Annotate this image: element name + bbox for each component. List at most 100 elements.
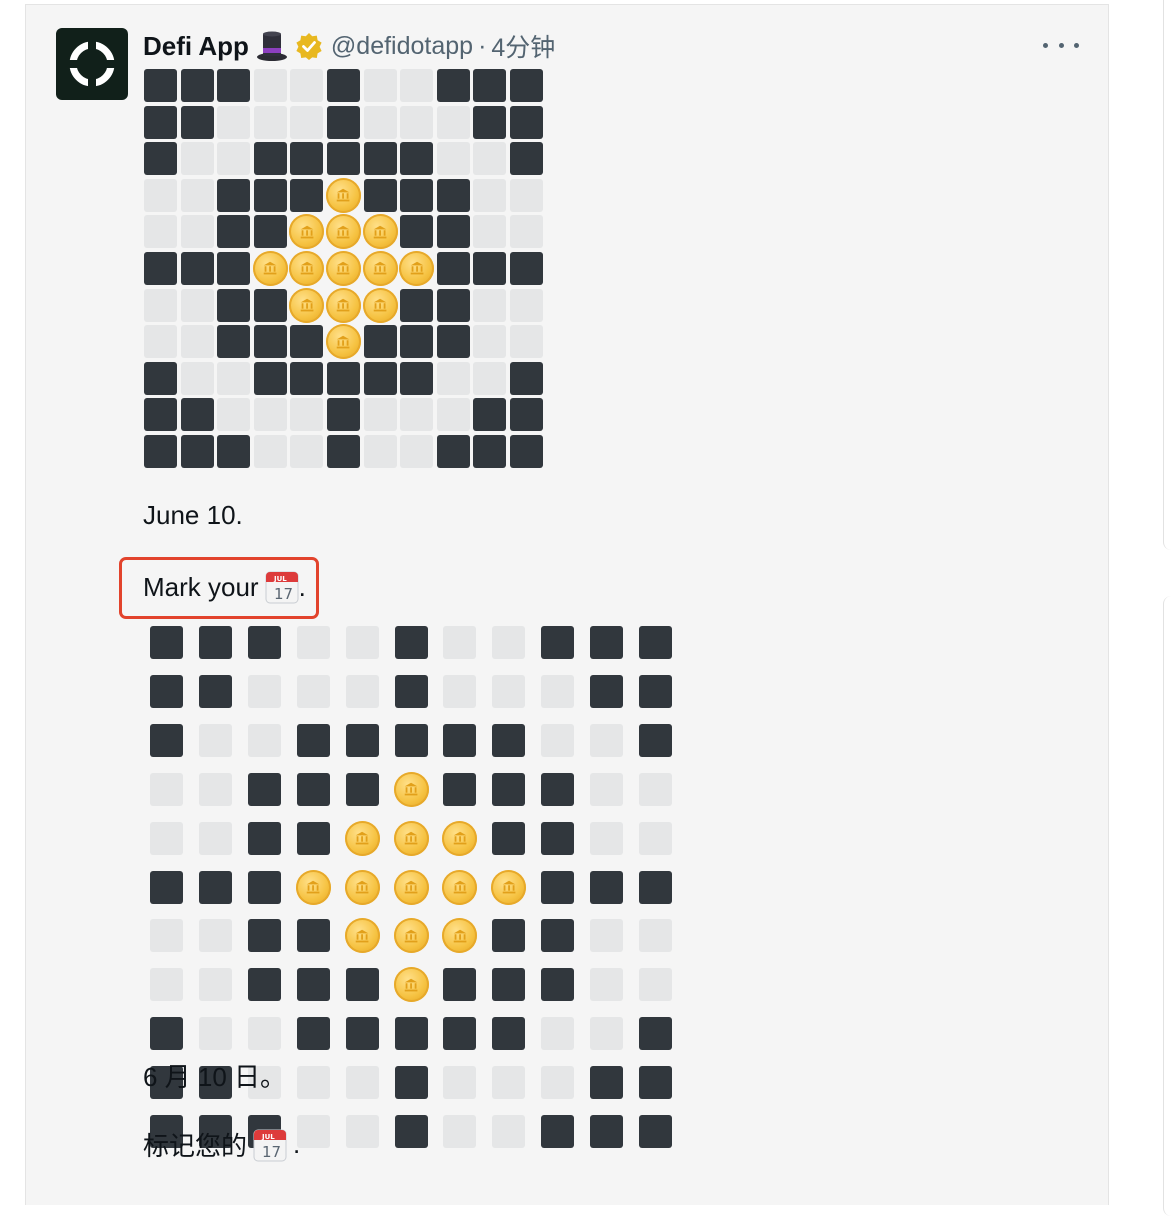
- adjacent-panel-edge: [1163, 596, 1175, 1216]
- dark-square-tile: [590, 1066, 624, 1100]
- light-square-tile: [345, 626, 379, 659]
- defi-app-logo-icon: [66, 38, 118, 90]
- dark-square-tile: [247, 626, 281, 659]
- dark-square-tile: [394, 1115, 428, 1148]
- light-square-tile: [363, 398, 397, 432]
- post-text-date: June 10.: [143, 500, 243, 530]
- coin-emoji-icon: [393, 967, 429, 1003]
- coin-emoji-icon: [393, 869, 429, 905]
- dark-square-tile: [296, 1017, 330, 1051]
- separator-dot: ·: [478, 31, 487, 60]
- dark-square-tile: [144, 435, 177, 468]
- light-square-tile: [541, 1017, 575, 1051]
- emoji-grid-english: [144, 69, 543, 468]
- dark-square-tile: [180, 69, 214, 102]
- dark-square-tile: [327, 69, 360, 102]
- coin-emoji-icon: [362, 214, 398, 250]
- light-square-tile: [180, 178, 214, 212]
- light-square-tile: [443, 1066, 477, 1100]
- dark-square-tile: [436, 325, 470, 359]
- dark-square-tile: [590, 626, 624, 659]
- display-name[interactable]: Defi App: [143, 31, 249, 62]
- light-square-tile: [400, 105, 434, 139]
- light-square-tile: [198, 723, 232, 757]
- user-handle[interactable]: @defidotapp: [331, 32, 473, 61]
- light-square-tile: [510, 325, 543, 359]
- coin-emoji-icon: [362, 287, 398, 323]
- dark-square-tile: [253, 142, 287, 176]
- light-square-tile: [590, 723, 624, 757]
- dark-square-tile: [473, 252, 507, 285]
- light-square-tile: [180, 215, 214, 249]
- light-square-tile: [492, 626, 526, 659]
- light-square-tile: [247, 723, 281, 757]
- coin-emoji-icon: [326, 251, 361, 286]
- dark-square-tile: [150, 1017, 183, 1051]
- light-square-tile: [400, 435, 434, 468]
- more-options-icon: [1043, 42, 1048, 48]
- light-square-tile: [541, 1066, 575, 1100]
- dark-square-tile: [492, 919, 526, 953]
- light-square-tile: [436, 398, 470, 432]
- dark-square-tile: [144, 105, 177, 139]
- light-square-tile: [436, 361, 470, 395]
- light-square-tile: [144, 288, 177, 322]
- light-square-tile: [290, 105, 324, 139]
- light-square-tile: [363, 435, 397, 468]
- dark-square-tile: [198, 626, 232, 659]
- light-square-tile: [180, 288, 214, 322]
- calendar-day: 17: [262, 1143, 281, 1161]
- dark-square-tile: [510, 435, 543, 468]
- dark-square-tile: [253, 178, 287, 212]
- dark-square-tile: [150, 674, 183, 708]
- dark-square-tile: [639, 723, 672, 757]
- dark-square-tile: [150, 870, 183, 904]
- coin-emoji-icon: [289, 287, 325, 323]
- dark-square-tile: [363, 325, 397, 359]
- dark-square-tile: [296, 772, 330, 806]
- light-square-tile: [150, 772, 183, 806]
- dark-square-tile: [345, 772, 379, 806]
- dark-square-tile: [510, 398, 543, 432]
- light-square-tile: [436, 142, 470, 176]
- dark-square-tile: [510, 105, 543, 139]
- dark-square-tile: [363, 361, 397, 395]
- light-square-tile: [296, 1066, 330, 1100]
- dark-square-tile: [217, 325, 251, 359]
- light-square-tile: [492, 1115, 526, 1148]
- dark-square-tile: [144, 361, 177, 395]
- post-time[interactable]: 4分钟: [491, 28, 555, 64]
- light-square-tile: [443, 1115, 477, 1148]
- coin-emoji-icon: [362, 251, 398, 286]
- light-square-tile: [198, 821, 232, 855]
- dark-square-tile: [180, 252, 214, 285]
- light-square-tile: [443, 626, 477, 659]
- light-square-tile: [510, 215, 543, 249]
- dark-square-tile: [510, 361, 543, 395]
- dark-square-tile: [400, 178, 434, 212]
- dark-square-tile: [436, 435, 470, 468]
- dark-square-tile: [296, 968, 330, 1002]
- dark-square-tile: [541, 626, 575, 659]
- coin-emoji-icon: [252, 251, 288, 286]
- dark-square-tile: [144, 398, 177, 432]
- coin-emoji-icon: [442, 820, 478, 856]
- dark-square-tile: [473, 69, 507, 102]
- light-square-tile: [639, 919, 672, 953]
- period-text-chinese: .: [293, 1129, 301, 1159]
- dark-square-tile: [247, 772, 281, 806]
- dark-square-tile: [394, 674, 428, 708]
- dark-square-tile: [590, 1115, 624, 1148]
- dark-square-tile: [541, 1115, 575, 1148]
- avatar[interactable]: [56, 28, 128, 100]
- light-square-tile: [217, 105, 251, 139]
- more-options-button[interactable]: [1043, 36, 1079, 54]
- light-square-tile: [150, 968, 183, 1002]
- light-square-tile: [290, 69, 324, 102]
- dark-square-tile: [510, 142, 543, 176]
- dark-square-tile: [217, 178, 251, 212]
- dark-square-tile: [327, 435, 360, 468]
- dark-square-tile: [492, 821, 526, 855]
- dark-square-tile: [492, 723, 526, 757]
- dark-square-tile: [541, 870, 575, 904]
